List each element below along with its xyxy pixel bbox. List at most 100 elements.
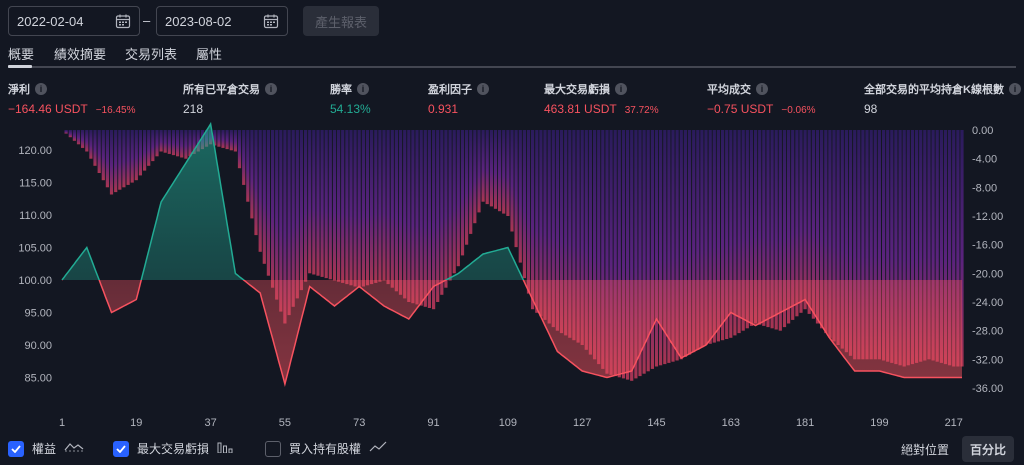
drawdown-bar [134, 130, 138, 181]
info-icon[interactable]: i [1008, 83, 1021, 95]
drawdown-bar [328, 130, 332, 280]
drawdown-bar [295, 130, 299, 299]
drawdown-bar [97, 130, 101, 173]
drawdown-bar [345, 130, 349, 285]
right-axis-tick: -36.00 [972, 383, 1003, 395]
legend-buy-hold[interactable]: 買入持有股權 [265, 440, 387, 457]
x-axis-tick: 1 [59, 417, 65, 429]
drawdown-bar [382, 130, 386, 281]
info-icon[interactable]: i [265, 83, 277, 95]
equity-line-icon [64, 441, 84, 456]
absolute-mode-button[interactable]: 絕對位置 [901, 441, 949, 458]
drawdown-bar [250, 130, 254, 219]
drawdown-bar [456, 130, 460, 267]
drawdown-bar [143, 130, 147, 171]
legend-max-drawdown[interactable]: 最大交易虧損 [113, 440, 233, 457]
calendar-icon[interactable] [115, 13, 131, 29]
right-axis-tick: 0.00 [972, 125, 993, 137]
x-axis-tick: 73 [353, 417, 365, 429]
drawdown-bar [465, 130, 469, 245]
drawdown-bar [72, 130, 76, 141]
calendar-icon[interactable] [263, 13, 279, 29]
drawdown-bar [217, 130, 221, 147]
drawdown-bar [436, 130, 440, 302]
tab-trade-list[interactable]: 交易列表 [125, 44, 177, 63]
date-to-field[interactable]: 2023-08-02 [156, 6, 288, 36]
drawdown-bar [341, 130, 345, 283]
tab-overview[interactable]: 概要 [8, 44, 34, 63]
x-axis-tick: 199 [870, 417, 888, 429]
right-axis-tick: -28.00 [972, 326, 1003, 338]
left-axis-tick: 105.00 [18, 243, 52, 255]
drawdown-bar [299, 130, 303, 291]
stat-value: 98 [864, 102, 878, 116]
drawdown-bar [221, 130, 225, 148]
stat-label: 勝率 [330, 84, 352, 96]
info-icon[interactable]: i [35, 83, 47, 95]
tab-properties[interactable]: 屬性 [196, 44, 222, 63]
drawdown-bar [522, 130, 526, 279]
left-axis-tick: 95.00 [24, 308, 52, 320]
info-icon[interactable]: i [477, 83, 489, 95]
drawdown-bar [138, 130, 142, 176]
right-axis: 0.00 -4.00 -8.00 -12.00 -16.00 -20.00 -24.00 -2… [972, 125, 1003, 395]
drawdown-bar [147, 130, 151, 166]
drawdown-bar [444, 130, 448, 288]
stat-label: 最大交易虧損 [544, 84, 610, 96]
drawdown-bar [370, 130, 374, 285]
drawdown-bar [419, 130, 423, 306]
stat-value: −164.46 USDT [8, 102, 88, 116]
stat-closed-trades: 所有已平倉交易 i 218 [183, 81, 277, 116]
stat-label: 淨利 [8, 84, 30, 96]
drawdown-bar [258, 130, 262, 252]
drawdown-bar [237, 130, 242, 169]
legend-drawdown-label: 最大交易虧損 [137, 442, 210, 456]
stat-avg-trade: 平均成交 i −0.75 USDT −0.06% [707, 81, 816, 116]
drawdown-bar [122, 130, 126, 188]
generate-report-button[interactable]: 產生報表 [303, 6, 379, 36]
info-icon[interactable]: i [756, 83, 768, 95]
left-axis-tick: 100.00 [18, 275, 52, 287]
stat-max-drawdown: 最大交易虧損 i 463.81 USDT 37.72% [544, 81, 659, 116]
legend-equity[interactable]: 權益 [8, 440, 84, 457]
percent-mode-button[interactable]: 百分比 [962, 436, 1014, 462]
drawdown-bar [93, 130, 97, 166]
stat-value: −0.75 USDT [707, 102, 774, 116]
drawdown-bar [163, 130, 167, 153]
drawdown-bar [361, 130, 365, 287]
right-axis-tick: -32.00 [972, 354, 1003, 366]
checkbox-checked-icon[interactable] [8, 440, 24, 457]
drawdown-bar [229, 130, 233, 151]
checkbox-unchecked-icon[interactable] [265, 440, 281, 457]
x-axis-tick: 127 [573, 417, 591, 429]
tab-performance-summary[interactable]: 績效摘要 [54, 44, 106, 63]
left-axis-tick: 120.00 [18, 145, 52, 157]
drawdown-bar [526, 130, 531, 294]
drawdown-bar [159, 130, 163, 152]
stat-label: 平均成交 [707, 84, 751, 96]
x-axis-tick: 217 [945, 417, 963, 429]
info-icon[interactable]: i [615, 83, 627, 95]
date-from-field[interactable]: 2022-02-04 [8, 6, 140, 36]
drawdown-bar [518, 130, 522, 263]
date-from-value: 2022-02-04 [17, 13, 84, 29]
drawdown-bar [493, 130, 498, 209]
checkbox-checked-icon[interactable] [113, 440, 129, 457]
drawdown-bar [101, 130, 105, 181]
drawdown-bar [353, 130, 357, 287]
drawdown-bar [349, 130, 353, 286]
drawdown-bar [650, 130, 654, 369]
x-axis-tick: 181 [796, 417, 814, 429]
date-to-value: 2023-08-02 [165, 13, 232, 29]
drawdown-bar [68, 130, 72, 138]
info-icon[interactable]: i [357, 83, 369, 95]
stat-value: 218 [183, 102, 204, 116]
drawdown-bar [498, 130, 502, 212]
stat-profit-factor: 盈利因子 i 0.931 [428, 81, 489, 116]
equity-chart[interactable]: 120.00 115.00 110.00 105.00 100.00 95.00 90.00… [0, 120, 1024, 430]
x-axis-tick: 163 [722, 417, 740, 429]
drawdown-bar [398, 130, 403, 295]
drawdown-bar [266, 130, 270, 276]
drawdown-bar [489, 130, 493, 207]
drawdown-bar [171, 130, 176, 156]
